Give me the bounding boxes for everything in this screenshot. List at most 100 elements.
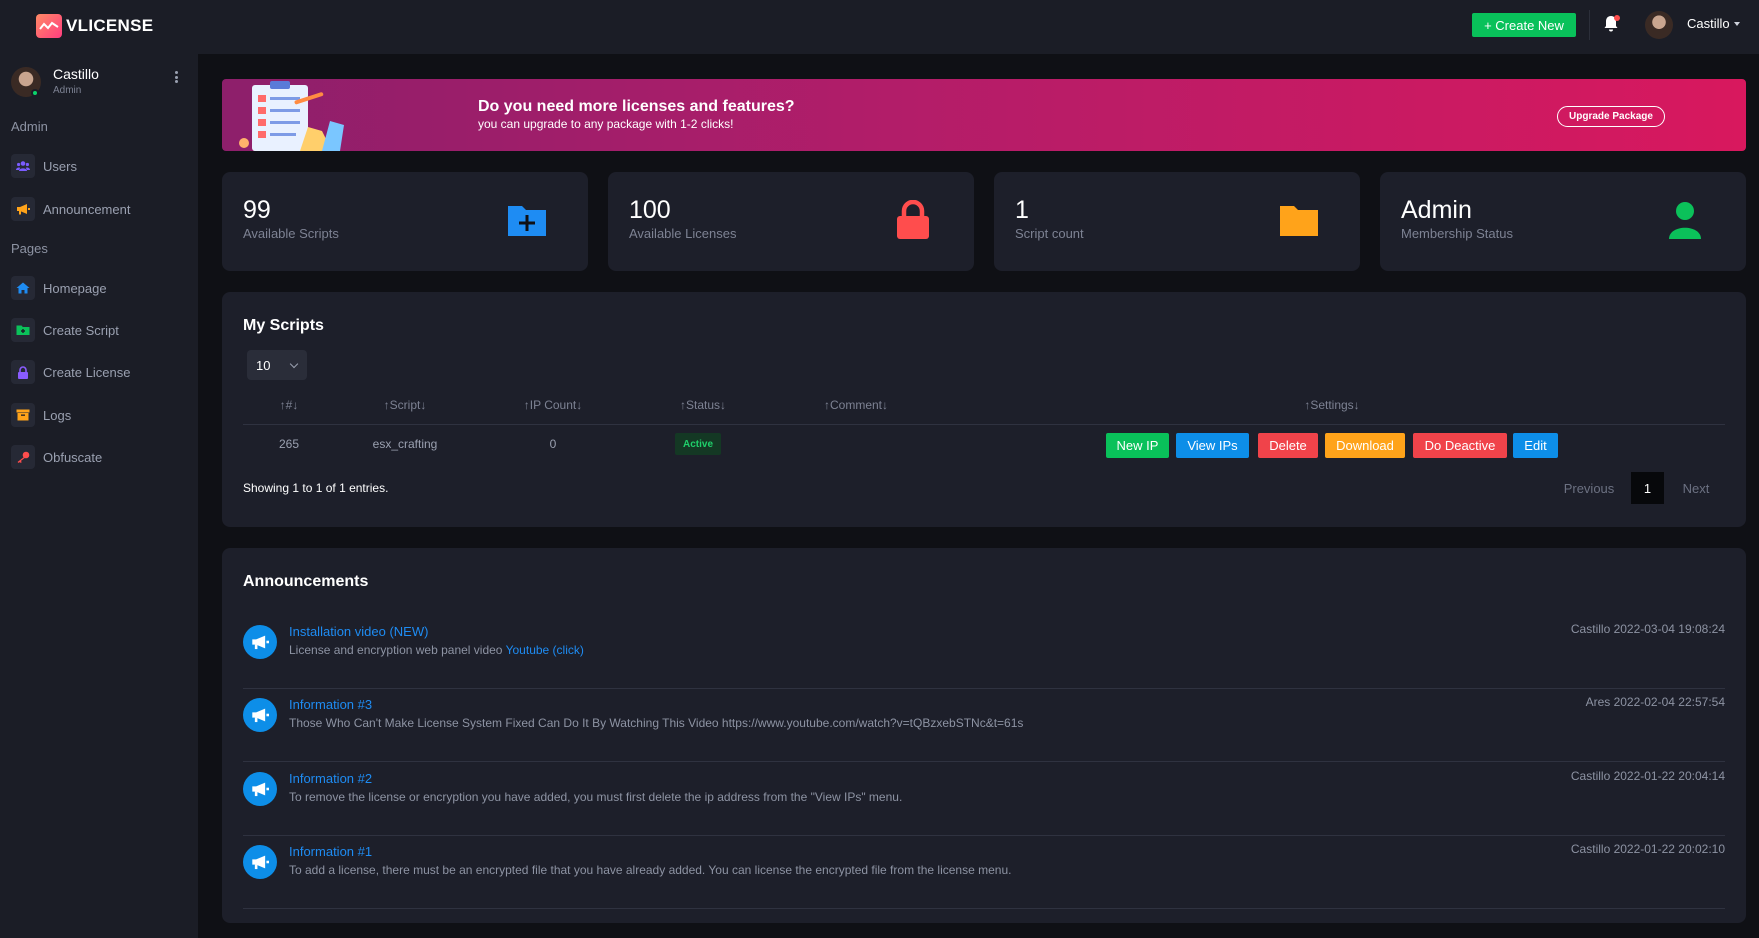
user-menu[interactable]: Castillo — [1687, 16, 1740, 31]
stat-label: Membership Status — [1401, 226, 1513, 241]
notification-dot — [1614, 15, 1620, 21]
download-button[interactable]: Download — [1325, 433, 1405, 458]
my-scripts-panel: My Scripts 10 ↑#↓ ↑Script↓ ↑IP Count↓ ↑S… — [222, 292, 1746, 527]
announcement-meta: Castillo 2022-03-04 19:08:24 — [1570, 622, 1725, 636]
sidebar-item-label: Announcement — [43, 201, 131, 217]
stat-card-available-scripts: 99 Available Scripts — [222, 172, 588, 271]
youtube-link[interactable]: Youtube (click) — [506, 643, 584, 657]
announcement-meta: Castillo 2022-01-22 20:04:14 — [1570, 769, 1725, 783]
announcement-text: License and encryption web panel video — [289, 643, 506, 657]
folder-plus-icon — [508, 206, 546, 236]
logo-text: VLICENSE — [66, 16, 154, 35]
sidebar-item-label: Logs — [43, 407, 72, 423]
stat-label: Script count — [1015, 226, 1084, 241]
panel-title: Announcements — [243, 573, 369, 590]
column-header-label: # — [285, 398, 293, 412]
stat-value: 99 — [243, 196, 271, 224]
sidebar-item-label: Obfuscate — [43, 449, 103, 465]
new-ip-button[interactable]: New IP — [1106, 433, 1169, 458]
banner-title: Do you need more licenses and features? — [478, 98, 795, 115]
user-menu-name: Castillo — [1687, 16, 1730, 31]
column-header-label: IP Count — [529, 398, 577, 412]
stat-label: Available Scripts — [243, 226, 339, 241]
user-icon — [1669, 202, 1701, 239]
sidebar-item-logs[interactable]: Logs — [11, 401, 191, 429]
sidebar-profile: Castillo Admin — [11, 66, 191, 102]
folder-plus-icon — [11, 318, 35, 342]
app-logo[interactable]: VLICENSE — [36, 14, 153, 38]
table-info: Showing 1 to 1 of 1 entries. — [243, 481, 389, 495]
logo-mark-icon — [36, 14, 62, 38]
sidebar-item-label: Homepage — [43, 280, 107, 296]
announcement-body: License and encryption web panel video Y… — [289, 643, 584, 657]
chevron-down-icon — [289, 359, 299, 369]
column-header-id[interactable]: ↑#↓ — [280, 398, 299, 412]
view-ips-button[interactable]: View IPs — [1176, 433, 1249, 458]
cell-script: esx_crafting — [372, 437, 438, 451]
lock-icon — [897, 200, 929, 239]
more-options-icon[interactable] — [172, 69, 180, 85]
column-header-label: Comment — [829, 398, 883, 412]
stat-card-script-count: 1 Script count — [994, 172, 1360, 271]
megaphone-icon — [243, 625, 277, 659]
announcement-title[interactable]: Information #3 — [289, 697, 372, 712]
edit-button[interactable]: Edit — [1513, 433, 1558, 458]
page-length-value: 10 — [256, 357, 271, 373]
users-icon — [11, 154, 35, 178]
column-header-settings[interactable]: ↑Settings↓ — [1304, 398, 1359, 412]
sidebar-user-name: Castillo — [53, 66, 99, 82]
pagination-page-1[interactable]: 1 — [1631, 472, 1664, 504]
column-header-ip-count[interactable]: ↑IP Count↓ — [524, 398, 582, 412]
sidebar-section-admin: Admin — [11, 119, 48, 134]
stat-value: 1 — [1015, 196, 1029, 224]
sidebar-item-create-license[interactable]: Create License — [11, 358, 191, 386]
announcement-meta: Ares 2022-02-04 22:57:54 — [1585, 695, 1725, 709]
archive-icon — [11, 403, 35, 427]
column-header-comment[interactable]: ↑Comment↓ — [824, 398, 888, 412]
column-header-script[interactable]: ↑Script↓ — [384, 398, 427, 412]
announcement-body: To remove the license or encryption you … — [289, 790, 903, 804]
column-header-label: Script — [389, 398, 421, 412]
checklist-illustration-icon — [239, 81, 344, 151]
sidebar-section-pages: Pages — [11, 241, 48, 256]
announcement-item: Information #2 To remove the license or … — [243, 763, 1725, 836]
column-header-label: Settings — [1310, 398, 1354, 412]
sidebar-item-label: Users — [43, 158, 77, 174]
create-new-button[interactable]: + Create New — [1472, 13, 1576, 37]
megaphone-icon — [243, 845, 277, 879]
column-header-label: Status — [685, 398, 721, 412]
upgrade-package-button[interactable]: Upgrade Package — [1557, 106, 1665, 127]
announcement-body: To add a license, there must be an encry… — [289, 863, 1012, 877]
stat-value: 100 — [629, 196, 671, 224]
pagination-next[interactable]: Next — [1672, 472, 1720, 504]
status-badge: Active — [675, 433, 722, 455]
sidebar-item-obfuscate[interactable]: Obfuscate — [11, 443, 191, 471]
sidebar-item-create-script[interactable]: Create Script — [11, 316, 191, 344]
stat-card-membership-status: Admin Membership Status — [1380, 172, 1746, 271]
cell-id: 265 — [278, 437, 300, 451]
sidebar-item-announcement[interactable]: Announcement — [11, 195, 191, 223]
megaphone-icon — [243, 698, 277, 732]
announcement-item: Information #1 To add a license, there m… — [243, 836, 1725, 909]
sidebar-item-label: Create License — [43, 364, 131, 380]
column-header-status[interactable]: ↑Status↓ — [680, 398, 726, 412]
announcement-title[interactable]: Information #1 — [289, 844, 372, 859]
upgrade-banner: Do you need more licenses and features? … — [222, 79, 1746, 151]
stat-label: Available Licenses — [629, 226, 737, 241]
megaphone-icon — [243, 772, 277, 806]
sidebar-item-homepage[interactable]: Homepage — [11, 274, 191, 302]
do-deactive-button[interactable]: Do Deactive — [1413, 433, 1507, 458]
megaphone-icon — [11, 197, 35, 221]
home-icon — [11, 276, 35, 300]
online-indicator — [31, 89, 39, 97]
panel-title: My Scripts — [243, 317, 324, 334]
announcement-title[interactable]: Installation video (NEW) — [289, 624, 428, 639]
stat-value: Admin — [1401, 196, 1472, 224]
announcement-meta: Castillo 2022-01-22 20:02:10 — [1570, 842, 1725, 856]
pagination-previous[interactable]: Previous — [1555, 472, 1623, 504]
announcement-title[interactable]: Information #2 — [289, 771, 372, 786]
avatar[interactable] — [1645, 11, 1673, 39]
page-length-select[interactable]: 10 — [247, 350, 307, 380]
delete-button[interactable]: Delete — [1258, 433, 1318, 458]
sidebar-item-users[interactable]: Users — [11, 152, 191, 180]
